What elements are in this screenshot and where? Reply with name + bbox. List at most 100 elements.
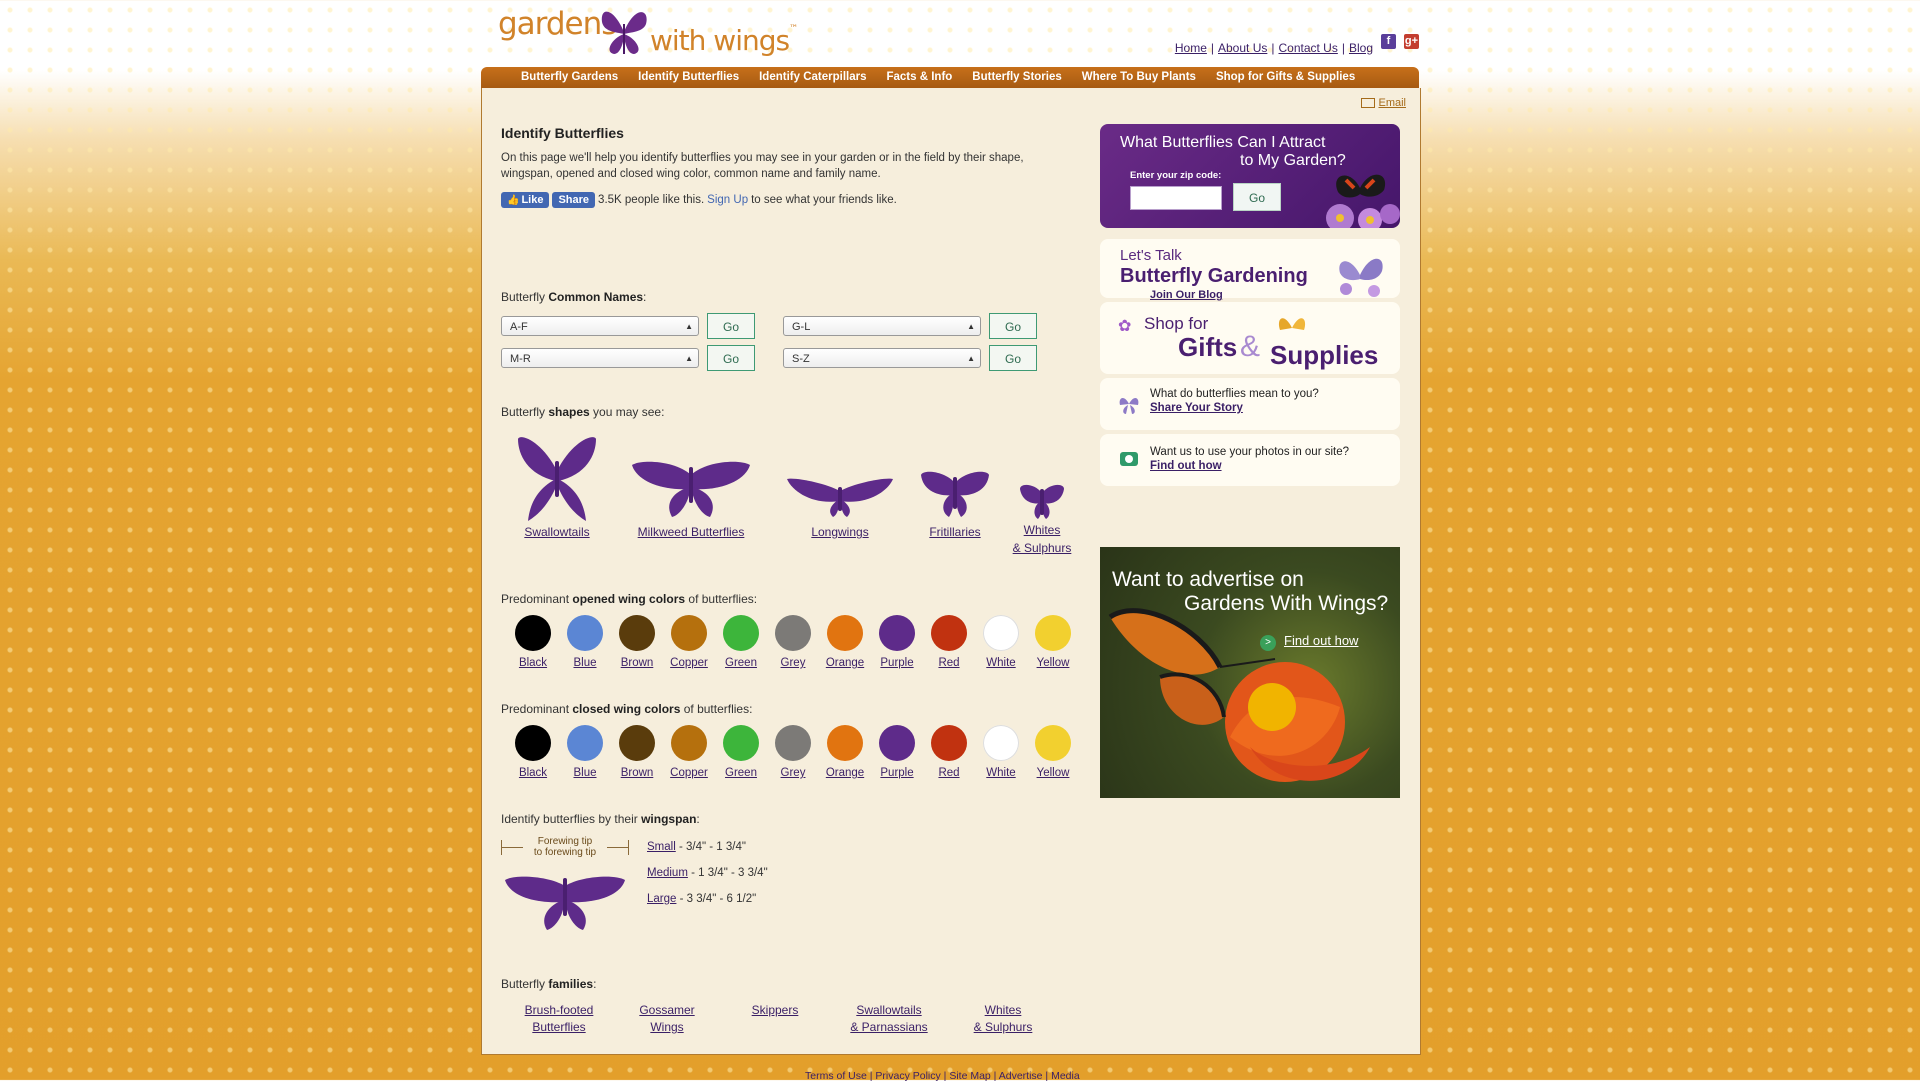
- closed-color-label[interactable]: Purple: [871, 767, 923, 779]
- closed-swatch-black[interactable]: Black: [507, 725, 559, 779]
- closed-swatch-white[interactable]: White: [975, 725, 1027, 779]
- shape-milkweed-label[interactable]: Milkweed Butterflies: [626, 525, 756, 539]
- advert-find-out-link[interactable]: > Find out how: [1260, 633, 1358, 651]
- select-s-z[interactable]: S-Z ▲: [783, 348, 981, 368]
- closed-color-label[interactable]: Red: [923, 767, 975, 779]
- shape-swallowtails-label[interactable]: Swallowtails: [507, 525, 607, 539]
- zip-go-button[interactable]: Go: [1233, 183, 1281, 211]
- shape-longwings-label[interactable]: Longwings: [784, 525, 896, 539]
- opened-swatch-orange[interactable]: Orange: [819, 615, 871, 669]
- closed-color-dot[interactable]: [671, 725, 707, 761]
- closed-swatch-blue[interactable]: Blue: [559, 725, 611, 779]
- like-button[interactable]: 👍 Like: [501, 192, 550, 208]
- google-plus-icon[interactable]: g+: [1404, 34, 1419, 49]
- opened-color-label[interactable]: Grey: [767, 657, 819, 669]
- email-link[interactable]: Email: [1361, 96, 1406, 109]
- closed-color-label[interactable]: White: [975, 767, 1027, 779]
- opened-swatch-black[interactable]: Black: [507, 615, 559, 669]
- opened-swatch-red[interactable]: Red: [923, 615, 975, 669]
- opened-color-dot[interactable]: [775, 615, 811, 651]
- signup-link[interactable]: Sign Up: [707, 194, 748, 206]
- opened-color-label[interactable]: Copper: [663, 657, 715, 669]
- nav-identify-butterflies[interactable]: Identify Butterflies: [628, 67, 749, 88]
- select-a-f[interactable]: A-F ▲: [501, 316, 699, 336]
- shop-promo[interactable]: ✿ Shop for Gifts & Supplies: [1100, 302, 1400, 374]
- opened-color-label[interactable]: Red: [923, 657, 975, 669]
- shape-sulphurs-label[interactable]: & Sulphurs: [1009, 539, 1075, 557]
- opened-color-label[interactable]: Black: [507, 657, 559, 669]
- opened-color-label[interactable]: White: [975, 657, 1027, 669]
- opened-swatch-white[interactable]: White: [975, 615, 1027, 669]
- opened-color-label[interactable]: Purple: [871, 657, 923, 669]
- nav-facts-info[interactable]: Facts & Info: [876, 67, 962, 88]
- closed-color-label[interactable]: Black: [507, 767, 559, 779]
- closed-color-dot[interactable]: [515, 725, 551, 761]
- wingspan-medium-link[interactable]: Medium: [647, 867, 688, 879]
- opened-swatch-yellow[interactable]: Yellow: [1027, 615, 1079, 669]
- closed-color-dot[interactable]: [567, 725, 603, 761]
- closed-color-label[interactable]: Orange: [819, 767, 871, 779]
- shape-swallowtails[interactable]: Swallowtails: [507, 431, 607, 539]
- closed-swatch-grey[interactable]: Grey: [767, 725, 819, 779]
- toplink-contact[interactable]: Contact Us: [1278, 41, 1337, 55]
- closed-swatch-purple[interactable]: Purple: [871, 725, 923, 779]
- opened-swatch-copper[interactable]: Copper: [663, 615, 715, 669]
- closed-swatch-copper[interactable]: Copper: [663, 725, 715, 779]
- photos-promo[interactable]: Want us to use your photos in our site? …: [1100, 434, 1400, 486]
- site-logo[interactable]: gardens with wings™: [498, 2, 798, 64]
- join-blog-link[interactable]: Join Our Blog: [1150, 289, 1223, 301]
- story-promo[interactable]: What do butterflies mean to you? Share Y…: [1100, 378, 1400, 430]
- shape-fritillaries-label[interactable]: Fritillaries: [915, 525, 995, 539]
- opened-color-dot[interactable]: [723, 615, 759, 651]
- nav-identify-caterpillars[interactable]: Identify Caterpillars: [749, 67, 876, 88]
- opened-swatch-brown[interactable]: Brown: [611, 615, 663, 669]
- toplink-blog[interactable]: Blog: [1349, 41, 1373, 55]
- opened-swatch-green[interactable]: Green: [715, 615, 767, 669]
- closed-swatch-orange[interactable]: Orange: [819, 725, 871, 779]
- closed-color-label[interactable]: Yellow: [1027, 767, 1079, 779]
- closed-color-dot[interactable]: [827, 725, 863, 761]
- opened-color-dot[interactable]: [827, 615, 863, 651]
- zip-input[interactable]: [1130, 186, 1222, 210]
- closed-color-dot[interactable]: [723, 725, 759, 761]
- opened-color-label[interactable]: Orange: [819, 657, 871, 669]
- wingspan-large-link[interactable]: Large: [647, 893, 676, 905]
- opened-color-dot[interactable]: [567, 615, 603, 651]
- closed-swatch-brown[interactable]: Brown: [611, 725, 663, 779]
- opened-color-label[interactable]: Blue: [559, 657, 611, 669]
- closed-swatch-yellow[interactable]: Yellow: [1027, 725, 1079, 779]
- wingspan-small-link[interactable]: Small: [647, 841, 676, 853]
- blog-promo[interactable]: Let's Talk Butterfly Gardening Join Our …: [1100, 239, 1400, 301]
- family-swallowtails[interactable]: Swallowtails & Parnassians: [841, 1002, 937, 1036]
- go-button-a-f[interactable]: Go: [707, 313, 755, 339]
- shape-whites-sulphurs[interactable]: Whites & Sulphurs: [1009, 431, 1075, 557]
- advertise-banner[interactable]: Want to advertise on Gardens With Wings?…: [1100, 547, 1400, 798]
- opened-color-dot[interactable]: [619, 615, 655, 651]
- toplink-home[interactable]: Home: [1175, 41, 1207, 55]
- nav-butterfly-gardens[interactable]: Butterfly Gardens: [521, 67, 628, 88]
- facebook-icon[interactable]: f: [1381, 34, 1396, 49]
- closed-color-label[interactable]: Brown: [611, 767, 663, 779]
- go-button-s-z[interactable]: Go: [989, 345, 1037, 371]
- opened-color-dot[interactable]: [515, 615, 551, 651]
- opened-color-dot[interactable]: [879, 615, 915, 651]
- shape-longwings[interactable]: Longwings: [784, 431, 896, 539]
- closed-color-dot[interactable]: [775, 725, 811, 761]
- nav-where-to-buy[interactable]: Where To Buy Plants: [1072, 67, 1206, 88]
- select-m-r[interactable]: M-R ▲: [501, 348, 699, 368]
- opened-color-dot[interactable]: [931, 615, 967, 651]
- go-button-m-r[interactable]: Go: [707, 345, 755, 371]
- opened-color-dot[interactable]: [983, 615, 1019, 651]
- shape-whites-label[interactable]: Whites: [1009, 521, 1075, 539]
- family-gossamer-wings[interactable]: Gossamer Wings: [629, 1002, 705, 1036]
- nav-butterfly-stories[interactable]: Butterfly Stories: [962, 67, 1071, 88]
- closed-color-label[interactable]: Green: [715, 767, 767, 779]
- footer-links[interactable]: Terms of Use | Privacy Policy | Site Map…: [805, 1070, 1080, 1082]
- share-button[interactable]: Share: [552, 192, 596, 208]
- photos-find-out-link[interactable]: Find out how: [1150, 460, 1222, 472]
- opened-color-label[interactable]: Brown: [611, 657, 663, 669]
- family-skippers[interactable]: Skippers: [745, 1002, 805, 1019]
- opened-swatch-blue[interactable]: Blue: [559, 615, 611, 669]
- opened-color-label[interactable]: Green: [715, 657, 767, 669]
- closed-color-dot[interactable]: [983, 725, 1019, 761]
